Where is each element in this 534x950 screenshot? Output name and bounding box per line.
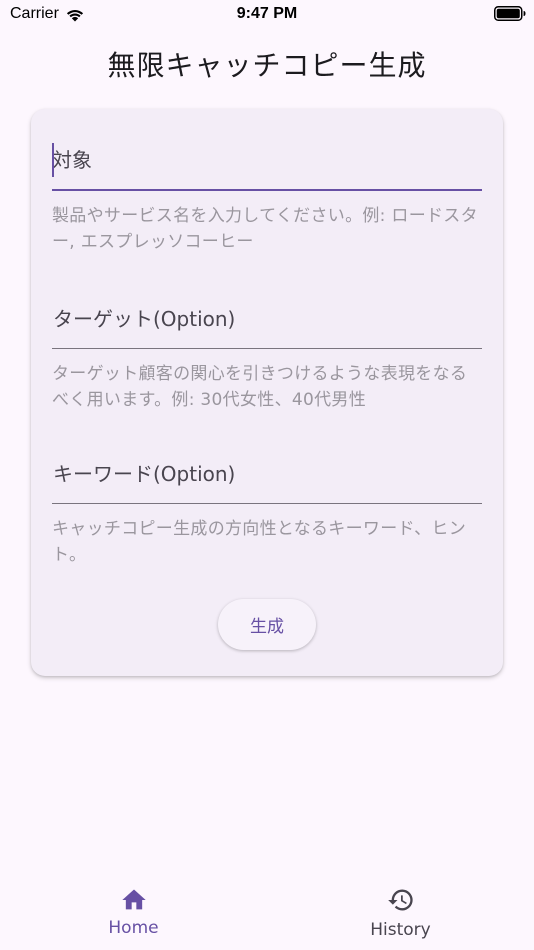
target-audience-helper: ターゲット顧客の関心を引きつけるような表現をなるべく用います。例: 30代女性、… <box>52 364 468 410</box>
keywords-field: キャッチコピー生成の方向性となるキーワード、ヒント。 <box>52 452 482 568</box>
status-bar: Carrier 9:47 PM <box>0 0 534 28</box>
history-icon <box>387 889 413 911</box>
screen: Carrier 9:47 PM 無限キャッチコピー生成 製品やサービス名を入力し… <box>0 0 534 950</box>
home-icon <box>121 889 146 910</box>
nav-label-home: Home <box>108 918 159 938</box>
text-cursor <box>52 143 54 177</box>
form-card: 製品やサービス名を入力してください。例: ロードスター, エスプレッソコーヒー … <box>31 109 503 676</box>
page-title: 無限キャッチコピー生成 <box>107 49 427 82</box>
bottom-navigation: Home History <box>0 872 534 950</box>
target-object-input[interactable] <box>52 139 482 191</box>
battery-icon <box>494 6 526 21</box>
keywords-helper: キャッチコピー生成の方向性となるキーワード、ヒント。 <box>52 519 467 565</box>
nav-label-history: History <box>370 920 431 940</box>
target-object-helper: 製品やサービス名を入力してください。例: ロードスター, エスプレッソコーヒー <box>52 206 478 252</box>
target-audience-input[interactable] <box>52 297 482 349</box>
nav-item-home[interactable]: Home <box>0 872 267 950</box>
target-audience-field: ターゲット顧客の関心を引きつけるような表現をなるべく用います。例: 30代女性、… <box>52 297 482 413</box>
keywords-input[interactable] <box>52 452 482 504</box>
status-time: 9:47 PM <box>236 5 298 22</box>
nav-item-history[interactable]: History <box>267 872 534 950</box>
target-object-field: 製品やサービス名を入力してください。例: ロードスター, エスプレッソコーヒー <box>52 139 482 255</box>
generate-button[interactable]: 生成 <box>218 599 316 650</box>
